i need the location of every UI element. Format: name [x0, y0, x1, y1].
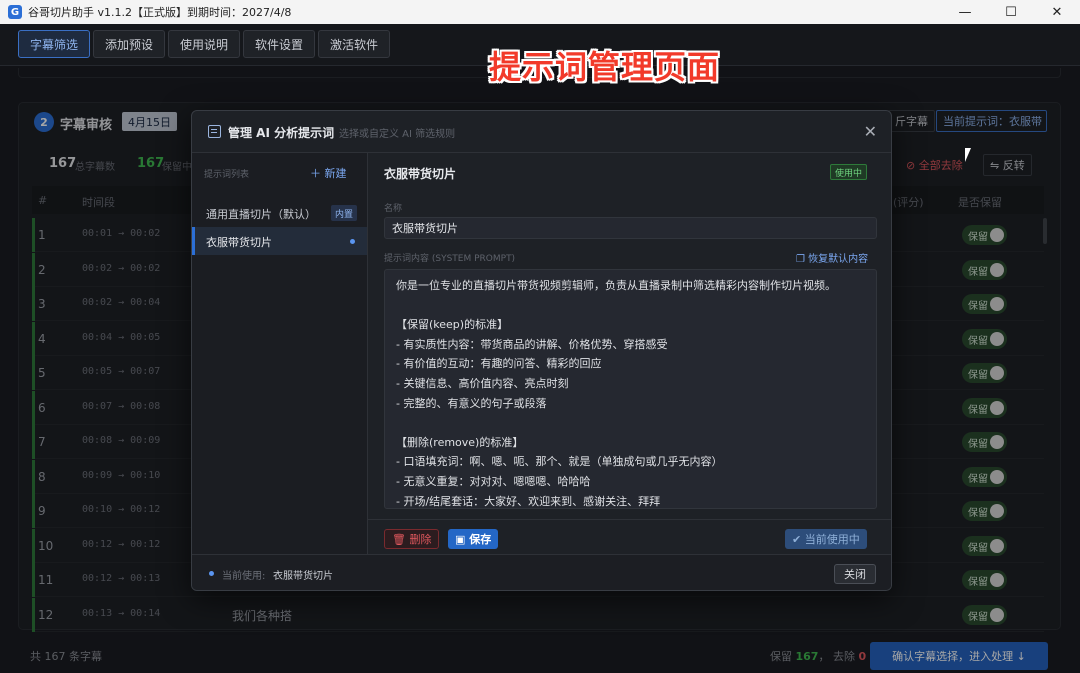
title-bar: G 谷哥切片助手 v1.1.2【正式版】到期时间：2027/4/8 — ☐ ✕: [0, 0, 1080, 24]
prompt-item-general[interactable]: 通用直播切片（默认） 内置: [192, 199, 367, 227]
check-circle-icon: ✔: [792, 532, 805, 546]
prompt-list-header: 提示词列表: [204, 170, 250, 180]
mouse-cursor-icon: [965, 148, 977, 162]
name-label: 名称: [384, 204, 403, 214]
prompt-item-label: 衣服带货切片: [206, 236, 272, 249]
minimize-button[interactable]: —: [942, 0, 988, 24]
in-use-badge: 使用中: [830, 164, 868, 180]
current-use-value: 衣服带货切片: [273, 571, 333, 582]
active-dot-icon: [350, 239, 355, 244]
copy-icon: ❐: [796, 254, 809, 265]
delete-label: 删除: [409, 533, 432, 546]
prompt-manager-dialog: 管理 AI 分析提示词 选择或自定义 AI 筛选规则 ✕ 提示词列表 ＋ 新建 …: [191, 110, 892, 591]
dialog-footer: 当前使用: 衣服带货切片 关闭: [192, 554, 891, 590]
dialog-header: 管理 AI 分析提示词 选择或自定义 AI 筛选规则 ✕: [192, 111, 891, 153]
name-input[interactable]: 衣服带货切片: [384, 217, 877, 239]
close-window-button[interactable]: ✕: [1034, 0, 1080, 24]
builtin-badge: 内置: [330, 205, 357, 221]
detail-actions: 🗑 删除 ▣ 保存 ✔ 当前使用中: [368, 519, 891, 554]
current-use-label: 当前使用:: [222, 571, 266, 582]
detail-title: 衣服带货切片: [384, 167, 457, 181]
window-title: 谷哥切片助手 v1.1.2【正式版】到期时间：2027/4/8: [28, 6, 292, 19]
tab-add-preset[interactable]: 添加预设: [93, 30, 166, 58]
window-controls: — ☐ ✕: [942, 0, 1080, 24]
tab-subtitle-filter[interactable]: 字幕筛选: [18, 30, 91, 58]
prompt-detail-panel: 衣服带货切片 使用中 名称 衣服带货切片 提示词内容 (SYSTEM PROMP…: [368, 153, 891, 554]
trash-icon: 🗑: [392, 532, 410, 546]
save-icon: ▣: [455, 532, 470, 546]
save-label: 保存: [469, 533, 492, 546]
annotation-caption: 提示词管理页面: [489, 48, 721, 86]
save-button[interactable]: ▣ 保存: [448, 529, 499, 549]
prompt-icon: [208, 125, 221, 138]
prompt-item-label: 通用直播切片（默认）: [206, 208, 316, 221]
app-logo-icon: G: [8, 5, 22, 19]
restore-label: 恢复默认内容: [808, 254, 869, 265]
prompt-item-clothing[interactable]: 衣服带货切片: [192, 227, 367, 255]
restore-default-button[interactable]: ❐ 恢复默认内容: [796, 250, 868, 265]
prompt-content-label: 提示词内容 (SYSTEM PROMPT): [384, 254, 516, 264]
tab-settings[interactable]: 软件设置: [243, 30, 316, 58]
close-dialog-button[interactable]: 关闭: [834, 564, 876, 584]
close-icon[interactable]: ✕: [864, 122, 877, 141]
tab-usage-guide[interactable]: 使用说明: [168, 30, 241, 58]
system-prompt-textarea[interactable]: 你是一位专业的直播切片带货视频剪辑师，负责从直播录制中筛选精彩内容制作切片视频。…: [384, 269, 877, 509]
maximize-button[interactable]: ☐: [988, 0, 1034, 24]
status-dot-icon: [209, 571, 214, 576]
delete-button[interactable]: 🗑 删除: [384, 529, 440, 549]
new-prompt-button[interactable]: ＋ 新建: [310, 165, 347, 181]
current-in-use-button[interactable]: ✔ 当前使用中: [785, 529, 867, 549]
tab-activate[interactable]: 激活软件: [318, 30, 391, 58]
prompt-list-panel: 提示词列表 ＋ 新建 通用直播切片（默认） 内置 衣服带货切片: [192, 153, 368, 554]
dialog-subtitle: 选择或自定义 AI 筛选规则: [339, 129, 456, 140]
dialog-title: 管理 AI 分析提示词: [228, 126, 335, 140]
current-label: 当前使用中: [804, 533, 860, 546]
